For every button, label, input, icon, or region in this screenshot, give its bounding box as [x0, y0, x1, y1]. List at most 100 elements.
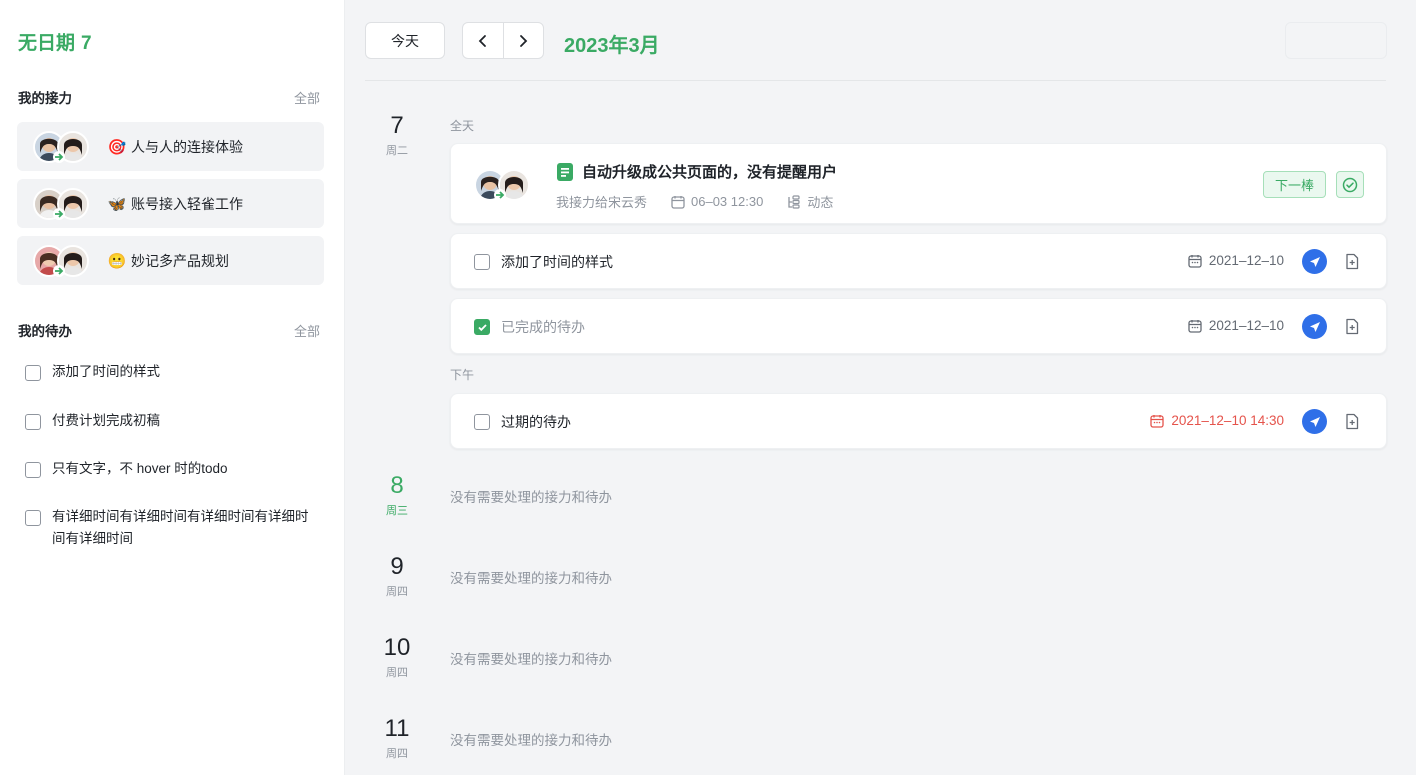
relay-section-header: 我的接力 全部	[18, 87, 320, 107]
allday-label: 全天	[450, 119, 475, 133]
next-month-button[interactable]	[502, 23, 543, 58]
app-window: 无日期 7 我的接力 全部 🎯 人与人的连接体验 🦋 账号接入轻雀工作 😬 妙记…	[0, 0, 1416, 775]
todo-all-link[interactable]: 全部	[294, 321, 320, 340]
day-label: 11 周四	[365, 715, 429, 761]
activity-link[interactable]: 动态	[787, 192, 833, 211]
check-icon	[477, 323, 487, 331]
todo-checkbox[interactable]	[25, 414, 41, 430]
todo-checkbox[interactable]	[25, 510, 41, 526]
handoff-arrow-icon	[53, 264, 65, 277]
relay-label: 人与人的连接体验	[131, 138, 243, 155]
check-circle-icon	[1342, 177, 1358, 192]
relay-avatars	[33, 244, 95, 278]
chevron-left-icon	[478, 34, 486, 47]
todo-item: 付费计划完成初稿	[25, 413, 325, 432]
add-to-doc-icon[interactable]	[1344, 413, 1360, 430]
afternoon-label: 下午	[450, 368, 475, 382]
lark-plane-button[interactable]	[1302, 249, 1327, 274]
relay-event-title-text: 自动升级成公共页面的，没有提醒用户	[582, 164, 838, 181]
relay-avatars	[33, 187, 95, 221]
relay-card[interactable]: 😬 妙记多产品规划	[17, 236, 324, 285]
todo-card-label: 已完成的待办	[501, 319, 585, 335]
butterfly-emoji-icon: 🦋	[107, 195, 127, 213]
calendar-icon	[671, 195, 685, 209]
relay-card[interactable]: 🎯 人与人的连接体验	[17, 122, 324, 171]
relay-card[interactable]: 🦋 账号接入轻雀工作	[17, 179, 324, 228]
day-label-today: 8 周三	[365, 472, 429, 518]
target-emoji-icon: 🎯	[107, 138, 127, 156]
todo-label[interactable]: 有详细时间有详细时间有详细时间有详细时间有详细时间	[52, 506, 314, 550]
todo-date: 2021–12–10	[1188, 318, 1284, 333]
day-weekday: 周四	[386, 748, 408, 760]
handoff-arrow-icon	[494, 189, 506, 201]
relay-label: 账号接入轻雀工作	[131, 195, 243, 212]
day-weekday: 周四	[386, 586, 408, 598]
relay-event-card[interactable]: 自动升级成公共页面的，没有提醒用户 我接力给宋云秀 06–03 12:30 动态…	[450, 143, 1387, 224]
no-date-label: 无日期	[18, 33, 76, 54]
todo-checkbox[interactable]	[25, 365, 41, 381]
day-number: 11	[384, 715, 410, 742]
relay-event-meta: 我接力给宋云秀 06–03 12:30 动态	[556, 192, 833, 211]
paper-plane-icon	[1309, 416, 1320, 427]
empty-day-message: 没有需要处理的接力和待办	[450, 571, 612, 586]
divider	[365, 80, 1386, 81]
lark-plane-button[interactable]	[1302, 409, 1327, 434]
todo-card[interactable]: 添加了时间的样式 2021–12–10	[450, 233, 1387, 289]
todo-item: 只有文字，不 hover 时的todo	[25, 461, 325, 480]
document-icon	[557, 162, 573, 181]
activity-text: 动态	[807, 195, 834, 210]
todo-checkbox-checked[interactable]	[474, 319, 490, 335]
toolbar-placeholder	[1285, 22, 1387, 59]
next-relay-button[interactable]: 下一棒	[1262, 171, 1326, 198]
month-nav-group	[462, 22, 544, 59]
calendar-icon	[1150, 414, 1165, 428]
today-button[interactable]: 今天	[365, 22, 445, 59]
lark-plane-button[interactable]	[1302, 314, 1327, 339]
activity-tree-icon	[788, 194, 800, 209]
relay-label: 妙记多产品规划	[131, 252, 229, 269]
todo-date-text: 2021–12–10 14:30	[1171, 413, 1284, 428]
day-weekday: 周三	[386, 505, 408, 517]
day-number: 9	[390, 553, 404, 580]
calendar-main: 今天 2023年3月 7 周二 全天 自动升级成公共页面的，没有提醒用户 我接力…	[345, 0, 1416, 775]
todo-checkbox[interactable]	[474, 254, 490, 270]
add-to-doc-icon[interactable]	[1344, 318, 1360, 335]
day-label: 9 周四	[365, 553, 429, 599]
relay-time-text: 06–03 12:30	[691, 194, 764, 209]
day-number: 8	[390, 472, 404, 499]
todo-date: 2021–12–10	[1188, 253, 1284, 268]
calendar-icon	[1188, 319, 1202, 333]
sidebar: 无日期 7 我的接力 全部 🎯 人与人的连接体验 🦋 账号接入轻雀工作 😬 妙记…	[0, 0, 345, 775]
paper-plane-icon	[1309, 256, 1320, 267]
relay-all-link[interactable]: 全部	[294, 88, 320, 107]
add-to-doc-icon[interactable]	[1344, 253, 1360, 270]
todo-checkbox[interactable]	[474, 414, 490, 430]
day-label: 10 周四	[365, 634, 429, 680]
todo-section-header: 我的待办 全部	[18, 320, 320, 340]
calendar-icon	[1188, 254, 1202, 268]
paper-plane-icon	[1309, 321, 1320, 332]
prev-month-button[interactable]	[463, 23, 503, 58]
empty-day-message: 没有需要处理的接力和待办	[450, 733, 612, 748]
complete-button[interactable]	[1336, 171, 1364, 198]
day-weekday: 周四	[386, 667, 408, 679]
handoff-arrow-icon	[53, 150, 65, 163]
no-date-title[interactable]: 无日期 7	[18, 28, 92, 55]
todo-section-heading: 我的待办	[18, 324, 72, 339]
relay-time: 06–03 12:30	[671, 194, 763, 209]
day-number: 7	[390, 112, 404, 139]
handoff-arrow-icon	[53, 207, 65, 220]
todo-date-text: 2021–12–10	[1208, 318, 1284, 333]
relay-avatars	[474, 168, 536, 202]
todo-label[interactable]: 付费计划完成初稿	[52, 410, 160, 432]
todo-card-label: 添加了时间的样式	[501, 254, 613, 270]
todo-checkbox[interactable]	[25, 462, 41, 478]
todo-label[interactable]: 添加了时间的样式	[52, 361, 160, 383]
empty-day-message: 没有需要处理的接力和待办	[450, 490, 612, 505]
todo-card[interactable]: 已完成的待办 2021–12–10	[450, 298, 1387, 354]
todo-label[interactable]: 只有文字，不 hover 时的todo	[52, 458, 228, 480]
month-title: 2023年3月	[564, 35, 660, 57]
chevron-right-icon	[520, 34, 528, 47]
todo-card-overdue[interactable]: 过期的待办 2021–12–10 14:30	[450, 393, 1387, 449]
no-date-count: 7	[81, 33, 92, 54]
